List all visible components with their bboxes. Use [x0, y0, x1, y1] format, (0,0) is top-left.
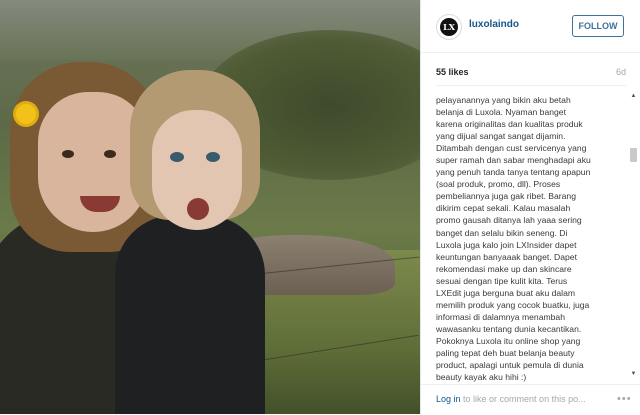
- person-left-eye: [104, 150, 116, 158]
- person-right-eye: [170, 152, 184, 162]
- likes-count[interactable]: 55 likes: [436, 67, 469, 77]
- arrow-up-icon[interactable]: ▲: [629, 92, 638, 100]
- comment-bar: Log in to like or comment on this po... …: [421, 384, 640, 415]
- person-left-eye: [62, 150, 74, 158]
- flower-icon: [16, 104, 36, 124]
- login-link[interactable]: Log in: [436, 394, 461, 404]
- post-sidebar: LX luxolaindo FOLLOW 55 likes 6d pelayan…: [421, 0, 640, 414]
- post-caption: pelayanannya yang bikin aku betah belanj…: [436, 95, 591, 382]
- person-right-eye: [206, 152, 220, 162]
- person-right-body: [115, 215, 265, 414]
- post-header: LX luxolaindo FOLLOW: [421, 0, 640, 53]
- post-age[interactable]: 6d: [616, 67, 626, 77]
- likes-row: 55 likes 6d: [436, 67, 626, 81]
- arrow-down-icon[interactable]: ▼: [629, 370, 638, 378]
- scroll-thumb[interactable]: [630, 148, 637, 162]
- username-link[interactable]: luxolaindo: [469, 19, 519, 30]
- divider: [436, 85, 626, 86]
- comment-prompt: Log in to like or comment on this po...: [436, 394, 586, 404]
- comment-prompt-text: to like or comment on this po...: [460, 394, 586, 404]
- person-right-open-mouth: [187, 198, 209, 220]
- post-photo: [0, 0, 420, 414]
- more-options-icon[interactable]: •••: [617, 393, 632, 405]
- luxola-logo-icon: LX: [440, 18, 458, 36]
- follow-button[interactable]: FOLLOW: [572, 15, 624, 37]
- caption-scrollbar[interactable]: ▲ ▼: [629, 92, 638, 378]
- avatar[interactable]: LX: [436, 14, 462, 40]
